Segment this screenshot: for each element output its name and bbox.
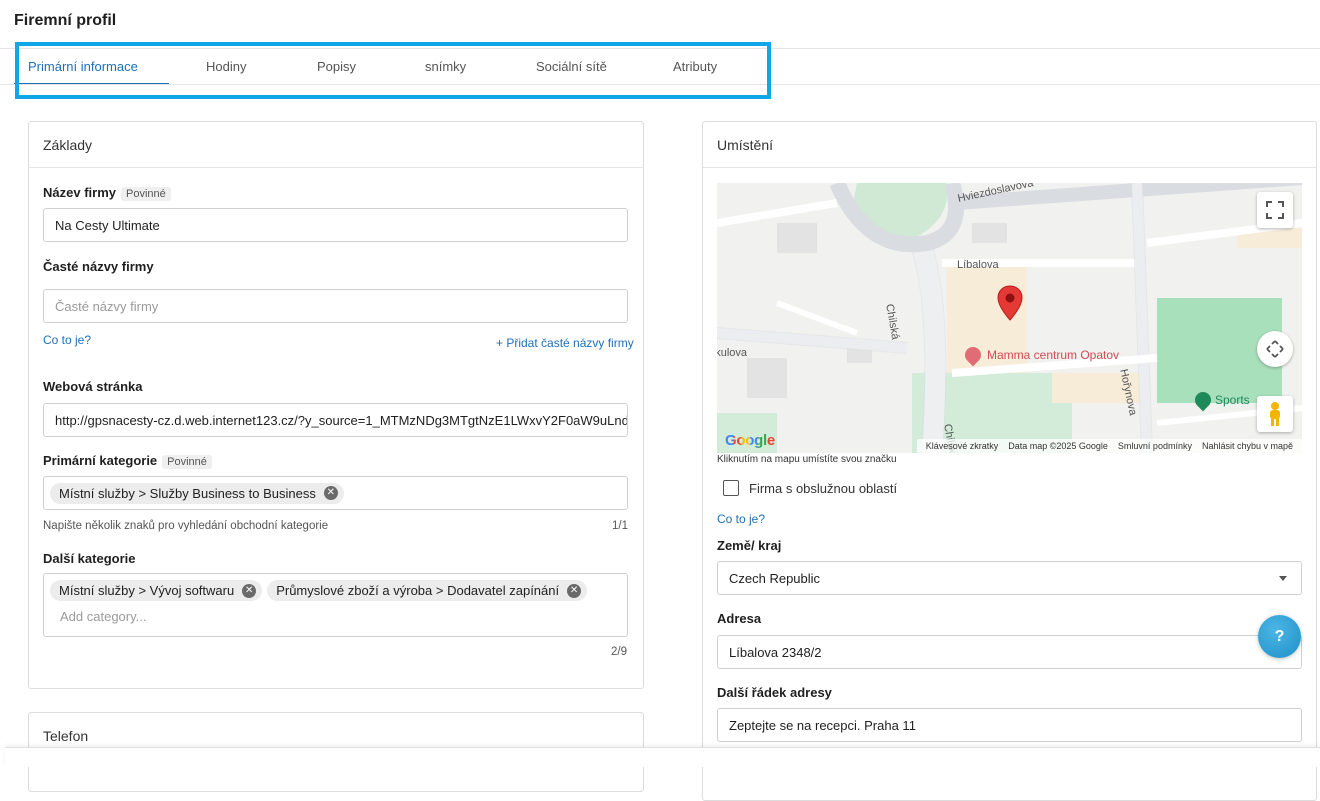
address-label: Adresa <box>717 611 762 626</box>
park-pin-icon <box>1191 388 1215 412</box>
alt-names-label: Časté názvy firmy <box>43 259 154 274</box>
website-value: http://gpsnacesty-cz.d.web.internet123.c… <box>55 412 628 428</box>
address-field[interactable]: Líbalova 2348/2 <box>717 635 1302 669</box>
alt-names-help-link[interactable]: Co to je? <box>43 333 91 347</box>
map-footer: Klávesové zkratky Data map ©2025 Google … <box>916 439 1302 453</box>
address2-value: Zeptejte se na recepci. Praha 11 <box>729 717 916 733</box>
category-chip: Místní služby > Vývoj softwaru ✕ <box>50 580 263 601</box>
remove-chip-icon[interactable]: ✕ <box>323 486 338 500</box>
country-value: Czech Republic <box>729 570 821 586</box>
map-marker-icon[interactable] <box>997 285 1023 321</box>
alt-names-input[interactable] <box>55 298 616 314</box>
address-value: Líbalova 2348/2 <box>729 644 822 660</box>
other-categories-field[interactable]: Místní služby > Vývoj softwaru ✕ Průmyslo… <box>43 573 628 637</box>
website-label: Webová stránka <box>43 379 143 394</box>
required-badge: Povinné <box>120 187 171 201</box>
primary-category-hint: Napište několik znaků pro vyhledání obch… <box>43 520 329 532</box>
website-field[interactable]: http://gpsnacesty-cz.d.web.internet123.c… <box>43 403 628 437</box>
map-pan-control-icon[interactable] <box>1257 331 1293 367</box>
remove-chip-icon[interactable]: ✕ <box>242 583 257 598</box>
location-map[interactable]: Hviezdoslavova Líbalova Chilská Chilská … <box>717 183 1302 453</box>
alt-names-field[interactable] <box>43 289 628 323</box>
required-badge: Povinné <box>162 455 212 469</box>
other-categories-label: Další kategorie <box>43 551 136 566</box>
company-name-label: Název firmy Povinné <box>43 185 171 201</box>
location-card-header: Umístění <box>703 122 1316 168</box>
map-street-label: Mikulova <box>717 347 747 359</box>
address2-field[interactable]: Zeptejte se na recepci. Praha 11 <box>717 708 1302 742</box>
company-name-value: Na Cesty Ultimate <box>55 217 160 233</box>
address2-label: Další řádek adresy <box>717 685 832 700</box>
company-name-field[interactable]: Na Cesty Ultimate <box>43 208 628 242</box>
other-categories-count: 2/9 <box>611 646 627 658</box>
add-alt-names-link[interactable]: + Přidat časté názvy firmy <box>496 336 634 350</box>
fullscreen-icon[interactable] <box>1257 192 1293 228</box>
report-error-link[interactable]: Nahlásit chybu v mapě <box>1202 441 1293 451</box>
keyboard-shortcuts-link[interactable]: Klávesové zkratky <box>926 441 999 451</box>
primary-category-field[interactable]: Místní služby > Služby Business to Busin… <box>43 476 628 510</box>
service-area-label: Firma s obslužnou oblastí <box>749 481 898 496</box>
help-button[interactable]: ? <box>1258 615 1301 658</box>
category-chip: Průmyslové zboží a výroba > Dodavatel za… <box>267 580 588 601</box>
google-logo: Google <box>725 432 775 449</box>
primary-category-count: 1/1 <box>612 520 628 532</box>
country-label: Země/ kraj <box>717 538 782 553</box>
basics-card-header: Základy <box>29 122 643 168</box>
map-data-credit: Data map ©2025 Google <box>1008 441 1108 451</box>
bottom-action-bar <box>5 747 1320 767</box>
map-poi[interactable]: Mamma centrum Opatov <box>961 343 1119 367</box>
page-title: Firemní profil <box>14 12 117 29</box>
category-chip: Místní služby > Služby Business to Busin… <box>50 482 344 504</box>
chevron-down-icon <box>1279 576 1287 581</box>
map-hint: Kliknutím na mapu umístíte svou značku <box>717 454 897 465</box>
map-street-label: Líbalova <box>957 259 999 271</box>
add-category-input[interactable] <box>60 609 460 624</box>
country-select[interactable]: Czech Republic <box>717 561 1302 595</box>
remove-chip-icon[interactable]: ✕ <box>567 583 582 598</box>
service-area-checkbox[interactable] <box>723 480 739 496</box>
street-view-pegman-icon[interactable] <box>1257 396 1293 432</box>
map-poi-sports[interactable]: Sports <box>1191 388 1250 412</box>
hospital-pin-icon <box>961 343 985 367</box>
service-area-help-link[interactable]: Co to je? <box>717 512 765 526</box>
terms-link[interactable]: Smluvní podmínky <box>1118 441 1192 451</box>
tabs-highlight-box <box>15 42 771 99</box>
primary-category-label: Primární kategorie Povinné <box>43 453 212 469</box>
